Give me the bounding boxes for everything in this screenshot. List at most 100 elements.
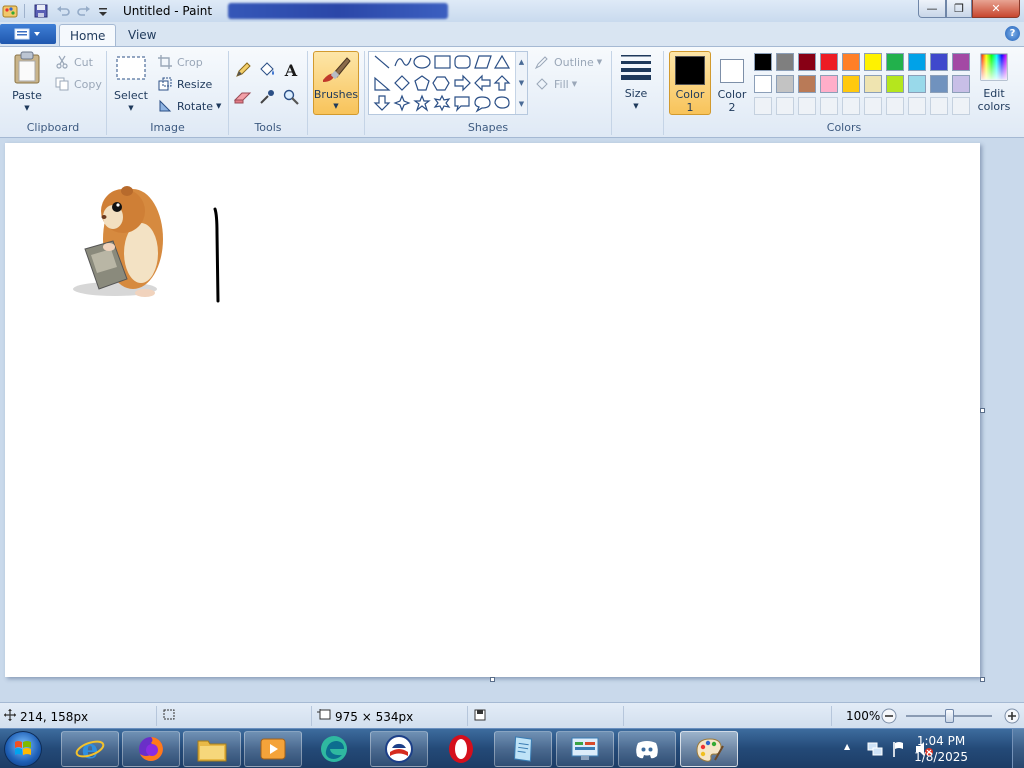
- network-icon[interactable]: [866, 740, 884, 761]
- palette-swatch[interactable]: [754, 53, 772, 71]
- taskbar-firefox[interactable]: [122, 731, 180, 767]
- shapes-expand-icon[interactable]: ▼: [519, 100, 524, 108]
- rotate-icon: [157, 98, 173, 114]
- image-group-label: Image: [150, 121, 185, 134]
- text-tool-icon[interactable]: A: [281, 60, 301, 80]
- zoom-slider-thumb[interactable]: [945, 709, 954, 723]
- palette-swatch[interactable]: [908, 75, 926, 93]
- size-button[interactable]: Size ▼: [617, 53, 655, 110]
- copy-button[interactable]: Copy: [54, 76, 102, 92]
- custom-color-slot[interactable]: [798, 97, 816, 115]
- taskbar-paint[interactable]: [680, 731, 738, 767]
- internet-explorer-icon: e: [75, 735, 105, 764]
- color1-button[interactable]: Color 1: [669, 51, 711, 115]
- palette-swatch[interactable]: [776, 75, 794, 93]
- five-point-star-shape-icon: [413, 94, 431, 112]
- start-button[interactable]: [4, 731, 42, 767]
- custom-color-slot[interactable]: [754, 97, 772, 115]
- palette-swatch[interactable]: [776, 53, 794, 71]
- palette-swatch[interactable]: [886, 53, 904, 71]
- brushes-button[interactable]: Brushes ▼: [313, 51, 359, 115]
- fill-bucket-icon[interactable]: [257, 60, 277, 80]
- undo-icon[interactable]: [55, 3, 71, 19]
- redo-icon[interactable]: [76, 3, 92, 19]
- palette-swatch[interactable]: [930, 75, 948, 93]
- palette-swatch[interactable]: [820, 75, 838, 93]
- palette-swatch[interactable]: [952, 53, 970, 71]
- custom-color-slot[interactable]: [952, 97, 970, 115]
- taskbar-obama-campaign[interactable]: [370, 731, 428, 767]
- palette-swatch[interactable]: [908, 53, 926, 71]
- tab-view[interactable]: View: [118, 24, 166, 46]
- paint-app-icon[interactable]: [2, 3, 18, 19]
- outline-button[interactable]: Outline ▼: [534, 54, 602, 70]
- cut-button[interactable]: Cut: [54, 54, 93, 70]
- color2-button[interactable]: Color 2: [713, 51, 751, 115]
- crop-button[interactable]: Crop: [157, 54, 203, 70]
- ribbon-tab-row: Home View ?: [0, 22, 1024, 46]
- select-button[interactable]: Select ▼: [113, 55, 149, 112]
- right-triangle-shape-icon: [374, 76, 391, 91]
- canvas-resize-handle-bottom[interactable]: [490, 677, 495, 682]
- paste-button[interactable]: Paste ▼: [6, 51, 48, 112]
- palette-swatch[interactable]: [952, 75, 970, 93]
- taskbar-internet-explorer[interactable]: e: [61, 731, 119, 767]
- palette-swatch[interactable]: [798, 75, 816, 93]
- zoom-in-button[interactable]: [1003, 707, 1021, 725]
- taskbar-media-player[interactable]: [244, 731, 302, 767]
- close-button[interactable]: ✕: [972, 0, 1020, 18]
- help-icon[interactable]: ?: [1005, 26, 1020, 41]
- taskbar-discord[interactable]: [618, 731, 676, 767]
- palette-swatch[interactable]: [930, 53, 948, 71]
- palette-swatch[interactable]: [864, 75, 882, 93]
- minimize-button[interactable]: —: [918, 0, 946, 18]
- palette-swatch[interactable]: [754, 75, 772, 93]
- resize-label: Resize: [177, 77, 213, 91]
- canvas-resize-handle-corner[interactable]: [980, 677, 985, 682]
- save-icon[interactable]: [33, 3, 49, 19]
- scroll-down-icon[interactable]: ▼: [519, 79, 524, 87]
- resize-button[interactable]: Resize: [157, 76, 212, 92]
- edit-colors-label-2: colors: [977, 100, 1011, 113]
- edit-colors-button[interactable]: Edit colors: [976, 53, 1012, 113]
- customize-quick-access-icon[interactable]: [97, 3, 113, 19]
- palette-swatch[interactable]: [798, 53, 816, 71]
- canvas-resize-handle-right[interactable]: [980, 408, 985, 413]
- fill-button[interactable]: Fill ▼: [534, 76, 577, 92]
- show-hidden-icons-icon[interactable]: ▲: [844, 742, 850, 751]
- paint-menu-button[interactable]: [0, 24, 56, 44]
- tab-home[interactable]: Home: [59, 24, 117, 46]
- color-picker-icon[interactable]: [257, 87, 277, 107]
- custom-color-slot[interactable]: [864, 97, 882, 115]
- maximize-button[interactable]: ❐: [946, 0, 972, 18]
- taskbar-notepad-app[interactable]: [494, 731, 552, 767]
- palette-swatch[interactable]: [842, 75, 860, 93]
- palette-swatch[interactable]: [842, 53, 860, 71]
- rotate-button[interactable]: Rotate ▼: [157, 98, 221, 114]
- palette-swatch[interactable]: [864, 53, 882, 71]
- custom-color-slot[interactable]: [776, 97, 794, 115]
- custom-color-slot[interactable]: [930, 97, 948, 115]
- drawing-canvas[interactable]: [5, 143, 980, 677]
- palette-swatch[interactable]: [886, 75, 904, 93]
- taskbar-edge-legacy[interactable]: [305, 731, 363, 767]
- pencil-icon[interactable]: [233, 60, 253, 80]
- custom-color-slot[interactable]: [886, 97, 904, 115]
- taskbar-opera[interactable]: [432, 731, 490, 767]
- custom-color-slot[interactable]: [842, 97, 860, 115]
- shapes-gallery[interactable]: ▲ ▼ ▼: [368, 51, 528, 115]
- taskbar-control-panel[interactable]: [556, 731, 614, 767]
- scroll-up-icon[interactable]: ▲: [519, 58, 524, 66]
- eraser-icon[interactable]: [233, 87, 253, 107]
- custom-color-slot[interactable]: [908, 97, 926, 115]
- action-center-flag-icon[interactable]: [890, 740, 908, 761]
- taskbar-clock[interactable]: 1:04 PM 1/8/2025: [914, 733, 968, 765]
- shapes-scroll[interactable]: ▲ ▼ ▼: [515, 52, 527, 114]
- custom-color-slot[interactable]: [820, 97, 838, 115]
- show-desktop-button[interactable]: [1012, 729, 1024, 768]
- zoom-out-button[interactable]: [880, 707, 898, 725]
- taskbar-file-explorer[interactable]: [183, 731, 241, 767]
- magnifier-icon[interactable]: [281, 87, 301, 107]
- palette-swatch[interactable]: [820, 53, 838, 71]
- svg-text:e: e: [82, 735, 99, 764]
